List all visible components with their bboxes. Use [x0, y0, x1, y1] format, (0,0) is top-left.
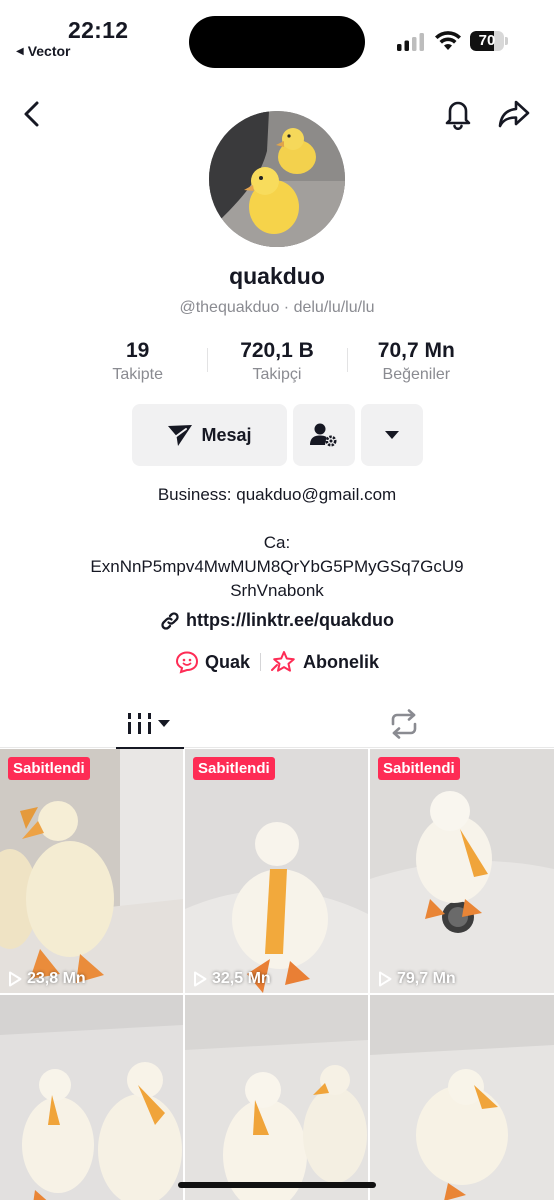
chip-subscription-label: Abonelik: [303, 651, 380, 672]
profile-handle-line: @thequakduo · delu/lu/lu/lu: [0, 299, 554, 317]
play-icon: [194, 971, 207, 987]
caret-down-icon: [385, 431, 399, 439]
follow-settings-button[interactable]: [293, 404, 355, 466]
view-count: 32,5 Mn: [193, 970, 271, 988]
tab-videos[interactable]: [116, 700, 184, 749]
chip-quak[interactable]: Quak: [175, 650, 250, 674]
video-thumbnail-image: [185, 749, 368, 993]
bio-ca-line1: ExnNnP5mpv4MwMUM8QrYbG5PMyGSq7GcU9: [90, 557, 464, 576]
stat-followers-label: Takipçi: [252, 366, 302, 383]
status-bar: 22:12 ◀ Vector 70: [0, 0, 554, 70]
chat-bubble-icon: [175, 651, 198, 674]
bio-contract: Ca: ExnNnP5mpv4MwMUM8QrYbG5PMyGSq7GcU9 S…: [0, 531, 554, 603]
video-thumbnail[interactable]: [0, 995, 183, 1200]
view-count: 23,8 Mn: [8, 970, 86, 988]
view-count: 79,7 Mn: [378, 970, 456, 988]
battery-indicator: 70: [470, 31, 508, 51]
link-icon: [161, 611, 179, 630]
grid-bars-icon: [128, 713, 170, 734]
profile-link[interactable]: https://linktr.ee/quakduo: [0, 610, 554, 631]
back-to-app-link[interactable]: ◀ Vector: [16, 43, 71, 59]
send-icon: [168, 425, 193, 446]
back-triangle-icon: ◀: [16, 45, 24, 57]
video-thumbnail-image: [370, 749, 554, 993]
video-thumbnail[interactable]: Sabitlendi 23,8 Mn: [0, 749, 183, 993]
pinned-badge: Sabitlendi: [378, 757, 460, 780]
chip-quak-label: Quak: [204, 651, 250, 672]
pinned-badge: Sabitlendi: [193, 757, 275, 780]
play-icon: [379, 971, 392, 987]
back-button[interactable]: [14, 96, 50, 132]
more-options-button[interactable]: [361, 404, 423, 466]
chip-subscription[interactable]: Abonelik: [271, 650, 379, 674]
stat-followers-value: 720,1 B: [240, 339, 314, 362]
status-time: 22:12: [68, 17, 129, 43]
back-app-label: Vector: [27, 43, 71, 59]
message-button-label: Mesaj: [201, 424, 252, 445]
view-count-value: 23,8 Mn: [27, 970, 86, 987]
profile-username: quakduo: [229, 263, 325, 289]
stat-likes-value: 70,7 Mn: [377, 339, 455, 362]
content-tabs: [0, 700, 554, 749]
home-indicator[interactable]: [178, 1182, 376, 1188]
handle-separator: ·: [283, 299, 290, 316]
bell-icon: [445, 101, 471, 130]
stat-following-value: 19: [125, 339, 150, 362]
cellular-signal-icon: [397, 33, 424, 51]
bio-business: Business: quakduo@gmail.com: [157, 485, 397, 504]
profile-handle: @thequakduo: [179, 299, 280, 316]
video-thumbnail[interactable]: Sabitlendi 79,7 Mn: [370, 749, 554, 993]
video-thumbnail[interactable]: Sabitlendi 32,5 Mn: [185, 749, 368, 993]
video-thumbnail-image: [370, 995, 554, 1200]
view-count-value: 79,7 Mn: [397, 970, 456, 987]
profile-stats: 19 Takipte 720,1 B Takipçi 70,7 Mn Beğen…: [68, 338, 486, 390]
user-gear-icon: [310, 423, 337, 447]
share-button[interactable]: [496, 96, 532, 132]
repost-icon: [391, 709, 417, 739]
chip-divider: [260, 653, 261, 671]
stat-following-label: Takipte: [112, 366, 164, 383]
message-button[interactable]: Mesaj: [132, 404, 287, 466]
stat-likes[interactable]: 70,7 Mn Beğeniler: [346, 338, 486, 390]
bio-ca-label: Ca:: [263, 533, 291, 552]
profile-avatar[interactable]: [209, 111, 345, 247]
view-count-value: 32,5 Mn: [212, 970, 271, 987]
profile-link-url: https://linktr.ee/quakduo: [185, 610, 395, 630]
avatar-image: [209, 111, 345, 247]
stat-following[interactable]: 19 Takipte: [68, 338, 207, 390]
stat-likes-label: Beğeniler: [382, 366, 451, 383]
profile-subtitle: delu/lu/lu/lu: [293, 299, 375, 316]
dynamic-island: [189, 16, 365, 68]
video-thumbnail-image: [0, 995, 183, 1200]
profile-chips: Quak Abonelik: [0, 650, 554, 674]
video-thumbnail-image: [185, 995, 368, 1200]
video-thumbnail[interactable]: [370, 995, 554, 1200]
chevron-left-icon: [24, 101, 39, 127]
video-grid: Sabitlendi 23,8 Mn Sabitlendi 32,5 Mn Sa…: [0, 749, 554, 1200]
pinned-badge: Sabitlendi: [8, 757, 90, 780]
stat-followers[interactable]: 720,1 B Takipçi: [207, 338, 346, 390]
wifi-icon: [435, 31, 461, 50]
subscription-star-icon: [271, 651, 295, 672]
share-arrow-icon: [498, 100, 530, 128]
bio-ca-line2: SrhVnabonk: [230, 581, 324, 600]
video-thumbnail[interactable]: [185, 995, 368, 1200]
notification-bell-button[interactable]: [440, 96, 476, 132]
tab-reposts[interactable]: [370, 700, 438, 748]
play-icon: [9, 971, 22, 987]
video-thumbnail-image: [0, 749, 183, 993]
battery-level: 70: [478, 32, 496, 49]
